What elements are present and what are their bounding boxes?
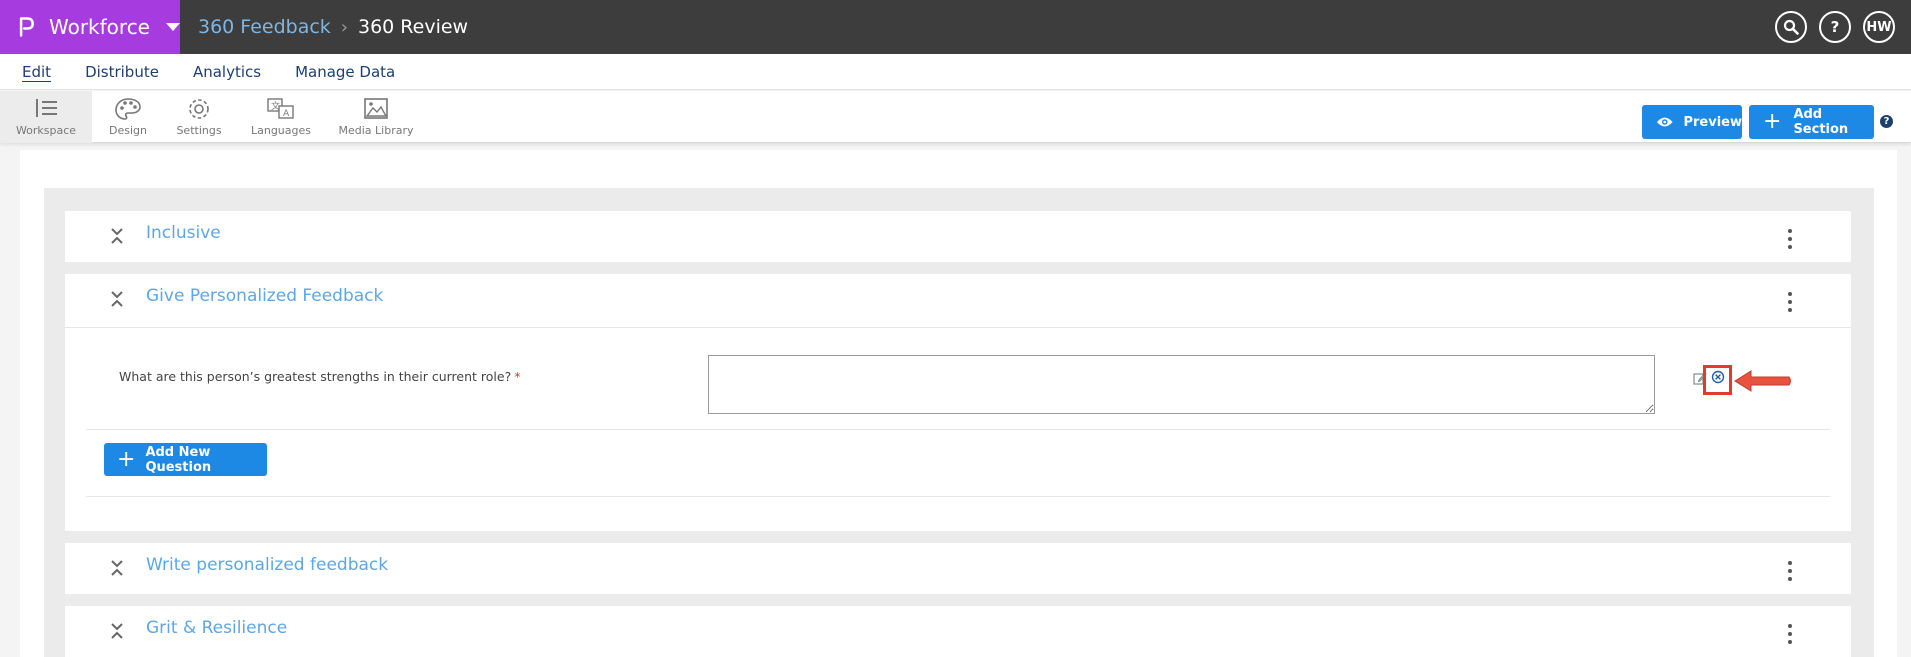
tool-workspace[interactable]: Workspace: [0, 91, 92, 143]
divider: [65, 327, 1851, 328]
section-title[interactable]: Give Personalized Feedback: [146, 286, 383, 306]
kebab-menu-icon[interactable]: [1787, 561, 1793, 581]
search-button[interactable]: [1775, 11, 1807, 43]
collapse-icon[interactable]: [110, 621, 124, 641]
divider: [86, 429, 1830, 430]
section-write-personalized-feedback: Write personalized feedback: [65, 543, 1851, 594]
tool-design[interactable]: Design: [98, 91, 158, 143]
add-section-button[interactable]: + Add Section: [1749, 105, 1874, 139]
highlight-box: [1703, 365, 1732, 395]
section-inclusive: Inclusive: [65, 211, 1851, 262]
add-new-question-label: Add New Question: [145, 444, 212, 475]
product-name: Workforce: [48, 15, 150, 39]
help-button[interactable]: ?: [1819, 11, 1851, 43]
kebab-menu-icon[interactable]: [1787, 624, 1793, 644]
workspace-icon: [36, 99, 57, 117]
required-marker: *: [514, 369, 521, 384]
kebab-menu-icon[interactable]: [1787, 292, 1793, 312]
breadcrumb-current: 360 Review: [358, 16, 469, 38]
svg-text:A: A: [283, 109, 290, 119]
preview-button[interactable]: Preview: [1642, 105, 1742, 139]
tool-label: Media Library: [338, 124, 414, 137]
annotation-arrow-icon: [1734, 370, 1791, 392]
tab-analytics[interactable]: Analytics: [193, 63, 261, 81]
question-text: What are this person’s greatest strength…: [119, 369, 512, 384]
tool-label: Settings: [176, 124, 222, 137]
translate-icon: 文 A: [267, 98, 294, 119]
palette-icon: [115, 98, 141, 120]
tool-languages[interactable]: 文 A Languages: [246, 91, 316, 143]
tab-manage-data[interactable]: Manage Data: [295, 63, 395, 81]
tool-label: Languages: [250, 124, 312, 137]
product-switcher[interactable]: Workforce: [0, 0, 180, 54]
qualtrics-logo-icon: [19, 17, 34, 37]
section-title[interactable]: Inclusive: [146, 223, 221, 243]
user-initials: HW: [1866, 19, 1892, 35]
tool-media-library[interactable]: Media Library: [336, 91, 416, 143]
gear-icon: [189, 99, 209, 119]
search-icon: [1783, 19, 1799, 35]
survey-canvas: Inclusive Give Personalized Feedback Wha…: [20, 150, 1897, 657]
image-icon: [364, 98, 388, 119]
collapse-icon[interactable]: [110, 558, 124, 578]
add-new-question-button[interactable]: + Add New Question: [104, 443, 267, 476]
svg-text:文: 文: [271, 100, 280, 112]
kebab-menu-icon[interactable]: [1787, 229, 1793, 249]
section-grit-resilience: Grit & Resilience: [65, 606, 1851, 657]
plus-icon: +: [1763, 109, 1782, 134]
tool-label: Workspace: [15, 124, 77, 137]
plus-icon: +: [117, 446, 136, 472]
divider: [86, 496, 1830, 497]
tab-distribute[interactable]: Distribute: [85, 63, 159, 81]
chevron-right-icon: ›: [340, 16, 348, 38]
question-label: What are this person’s greatest strength…: [119, 369, 520, 384]
question-answer-textarea[interactable]: [708, 355, 1655, 414]
sections-container: Inclusive Give Personalized Feedback Wha…: [44, 188, 1874, 657]
user-avatar[interactable]: HW: [1863, 11, 1895, 43]
tool-settings[interactable]: Settings: [168, 91, 230, 143]
top-bar: Workforce 360 Feedback › 360 Review ? HW: [0, 0, 1911, 54]
section-title[interactable]: Grit & Resilience: [146, 618, 287, 638]
eye-icon: [1656, 117, 1673, 127]
nav-tabs: Edit Distribute Analytics Manage Data: [0, 54, 1911, 90]
add-section-label: Add Section: [1793, 107, 1849, 137]
preview-label: Preview: [1683, 114, 1742, 130]
section-give-personalized-feedback: Give Personalized Feedback What are this…: [65, 274, 1851, 531]
toolbar-help-icon[interactable]: ?: [1880, 115, 1893, 128]
breadcrumb: 360 Feedback › 360 Review: [198, 16, 468, 38]
collapse-icon[interactable]: [110, 226, 124, 246]
tool-label: Design: [109, 124, 147, 137]
breadcrumb-parent[interactable]: 360 Feedback: [198, 16, 331, 38]
section-title[interactable]: Write personalized feedback: [146, 555, 388, 575]
collapse-icon[interactable]: [110, 289, 124, 309]
caret-down-icon: [166, 23, 180, 31]
editor-toolbar: Workspace Design Settings 文 A Languages …: [0, 91, 1911, 143]
tab-edit[interactable]: Edit: [22, 63, 51, 81]
help-icon: ?: [1830, 18, 1840, 36]
